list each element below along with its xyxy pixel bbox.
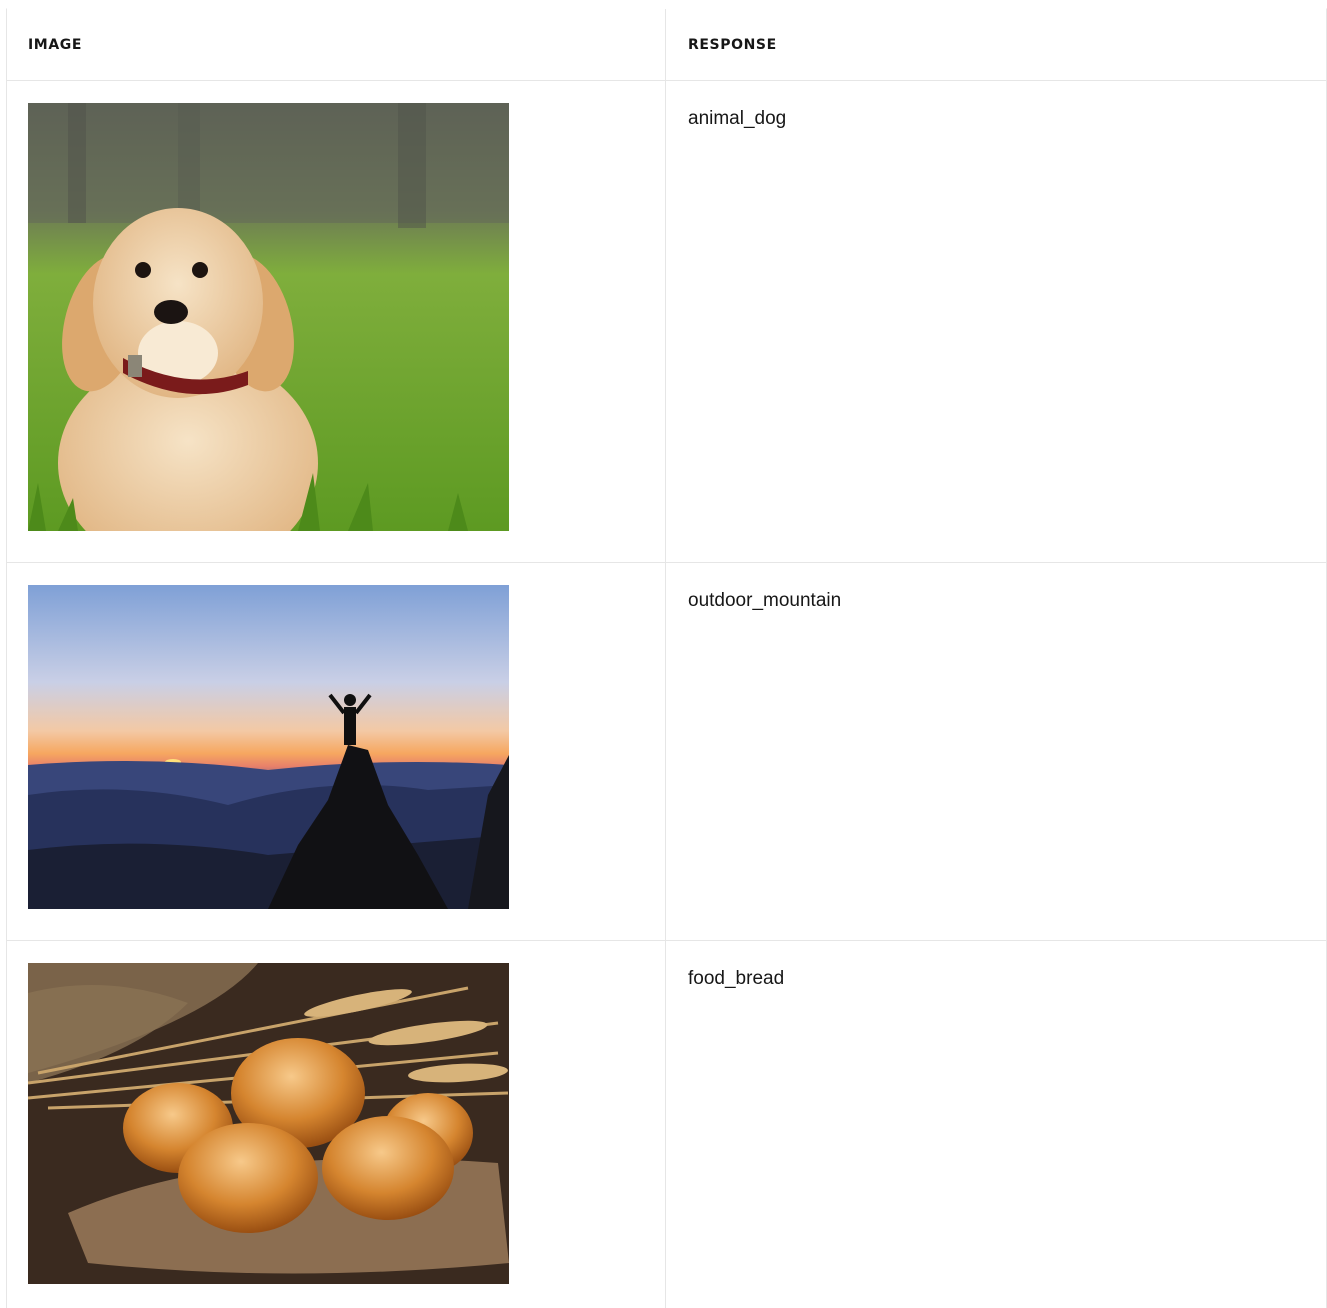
response-cell: animal_dog: [688, 108, 787, 129]
bread-rolls-photo: [28, 963, 509, 1284]
header-response: RESPONSE: [688, 37, 777, 53]
header-image: IMAGE: [7, 9, 666, 80]
table-header-row: IMAGE RESPONSE: [7, 9, 1326, 81]
table-row: outdoor_mountain: [7, 563, 1326, 941]
mountain-sunset-photo: [28, 585, 509, 909]
puppy-photo: [28, 103, 509, 531]
results-table: IMAGE RESPONSE animal_dog outdoor_mounta…: [6, 8, 1327, 1308]
table-row: food_bread: [7, 941, 1326, 1308]
image-cell: [7, 941, 666, 1308]
response-cell: food_bread: [688, 968, 785, 989]
response-cell: outdoor_mountain: [688, 590, 842, 611]
table-row: animal_dog: [7, 81, 1326, 563]
image-cell: [7, 81, 666, 562]
image-cell: [7, 563, 666, 940]
